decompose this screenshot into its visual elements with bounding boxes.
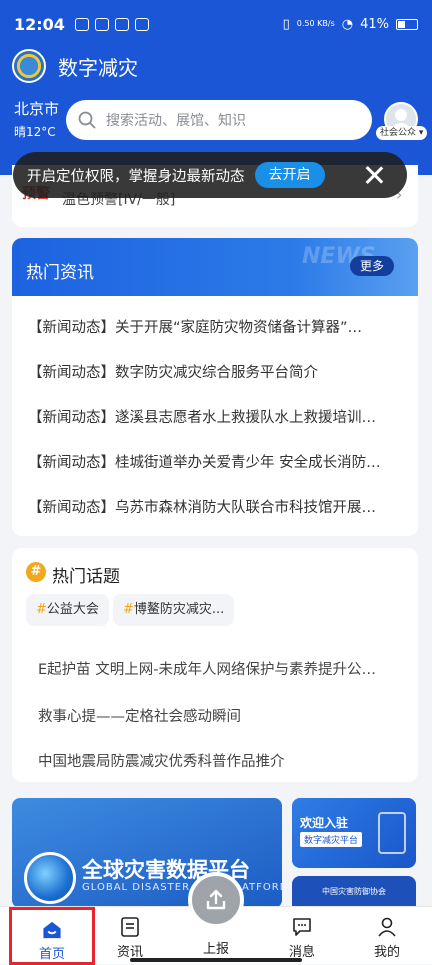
- chevron-down-icon: ▾: [416, 128, 424, 138]
- tab-news[interactable]: 资讯: [87, 907, 173, 965]
- app-notification-icon: [114, 17, 129, 31]
- notification-icon: [74, 17, 89, 31]
- upload-icon: [206, 889, 226, 910]
- association-banner[interactable]: 中国灾害防御协会: [292, 876, 416, 910]
- news-item[interactable]: 【新闻动态】乌苏市森林消防大队联合市科技馆开展…: [28, 496, 404, 517]
- toast-message: 开启定位权限，掌握身边最新动态: [27, 168, 245, 185]
- tab-home-label: 首页: [38, 947, 65, 962]
- app-logo: [12, 49, 46, 83]
- status-bar: 12:04 ▯ 0.50 KB/s ◔ 41%: [0, 0, 432, 48]
- tab-profile[interactable]: 我的: [344, 907, 430, 965]
- city-name[interactable]: 北京市: [14, 98, 59, 119]
- message-icon: [293, 918, 311, 936]
- news-item[interactable]: 【新闻动态】关于开展“家庭防灾物资储备计算器”…: [28, 316, 404, 337]
- location-permission-toast: 开启定位权限，掌握身边最新动态 去开启: [13, 152, 407, 198]
- tab-messages[interactable]: 消息: [259, 907, 345, 965]
- welcome-banner[interactable]: 欢迎入驻 数字减灾平台: [292, 798, 416, 868]
- tab-profile-label: 我的: [373, 945, 400, 960]
- banner-subtitle: GLOBAL DISASTER DATA PLATFORM: [82, 882, 282, 893]
- weather-text: 晴12°C: [14, 125, 56, 139]
- role-selector[interactable]: 社会公众 ▾: [376, 126, 428, 140]
- wifi-icon: ◔: [341, 16, 354, 32]
- profile-icon: [378, 917, 396, 937]
- association-name: 中国灾害防御协会: [322, 887, 386, 896]
- more-news-button[interactable]: 更多: [350, 256, 395, 276]
- close-icon[interactable]: [363, 164, 385, 186]
- location-weather[interactable]: 北京市 晴12°C: [14, 98, 59, 140]
- search-placeholder: 搜索活动、展馆、知识: [106, 113, 246, 129]
- battery-icon: [396, 18, 418, 30]
- topic-tag[interactable]: #公益大会: [26, 594, 109, 626]
- enable-location-button[interactable]: 去开启: [254, 162, 325, 188]
- news-item[interactable]: 【新闻动态】遂溪县志愿者水上救援队水上救援培训…: [28, 406, 404, 427]
- news-item[interactable]: 【新闻动态】桂城街道举办关爱青少年 安全成长消防…: [28, 451, 404, 472]
- vibrate-icon: ▯: [282, 16, 290, 32]
- tab-report-label: 上报: [202, 942, 229, 957]
- hot-news-title: 热门资讯: [26, 263, 94, 283]
- net-speed: 0.50 KB/s: [296, 19, 335, 28]
- news-item[interactable]: 【新闻动态】数字防灾减灾综合服务平台简介: [28, 361, 404, 382]
- tab-home[interactable]: 首页: [9, 907, 95, 965]
- home-indicator[interactable]: [130, 958, 302, 962]
- app-bar: 数字减灾: [12, 48, 138, 84]
- search-icon: [78, 111, 96, 129]
- hot-topics-card: # 热门话题 #公益大会 #博鳌防灾减灾... E起护苗 文明上网-未成年人网络…: [12, 548, 418, 782]
- home-icon: [43, 921, 61, 939]
- report-fab-button[interactable]: [188, 872, 244, 928]
- battery-level: 41%: [360, 16, 389, 32]
- hot-news-header: 热门资讯 NEWS 更多: [12, 238, 418, 296]
- news-icon: [121, 917, 139, 937]
- topic-item[interactable]: 救事心提——定格社会感动瞬间: [38, 705, 398, 726]
- mail-icon: [94, 17, 109, 31]
- welcome-title: 欢迎入驻: [300, 816, 349, 830]
- role-label: 社会公众: [380, 128, 417, 138]
- status-time: 12:04: [14, 14, 65, 34]
- globe-icon: [24, 852, 76, 904]
- welcome-subtitle: 数字减灾平台: [300, 832, 363, 847]
- hot-news-card: 热门资讯 NEWS 更多 【新闻动态】关于开展“家庭防灾物资储备计算器”… 【新…: [12, 238, 418, 536]
- topic-item[interactable]: 中国地震局防震减灾优秀科普作品推介: [38, 750, 398, 771]
- hot-topics-title: 热门话题: [52, 567, 120, 587]
- app-title: 数字减灾: [58, 55, 138, 80]
- device-illustration-icon: [378, 812, 406, 854]
- hashtag-icon: #: [26, 562, 46, 582]
- topic-item[interactable]: E起护苗 文明上网-未成年人网络保护与素养提升公…: [38, 658, 398, 679]
- search-bar[interactable]: 搜索活动、展馆、知识: [66, 100, 372, 140]
- tiktok-icon: [134, 17, 149, 31]
- topic-tag[interactable]: #博鳌防灾减灾...: [113, 594, 235, 626]
